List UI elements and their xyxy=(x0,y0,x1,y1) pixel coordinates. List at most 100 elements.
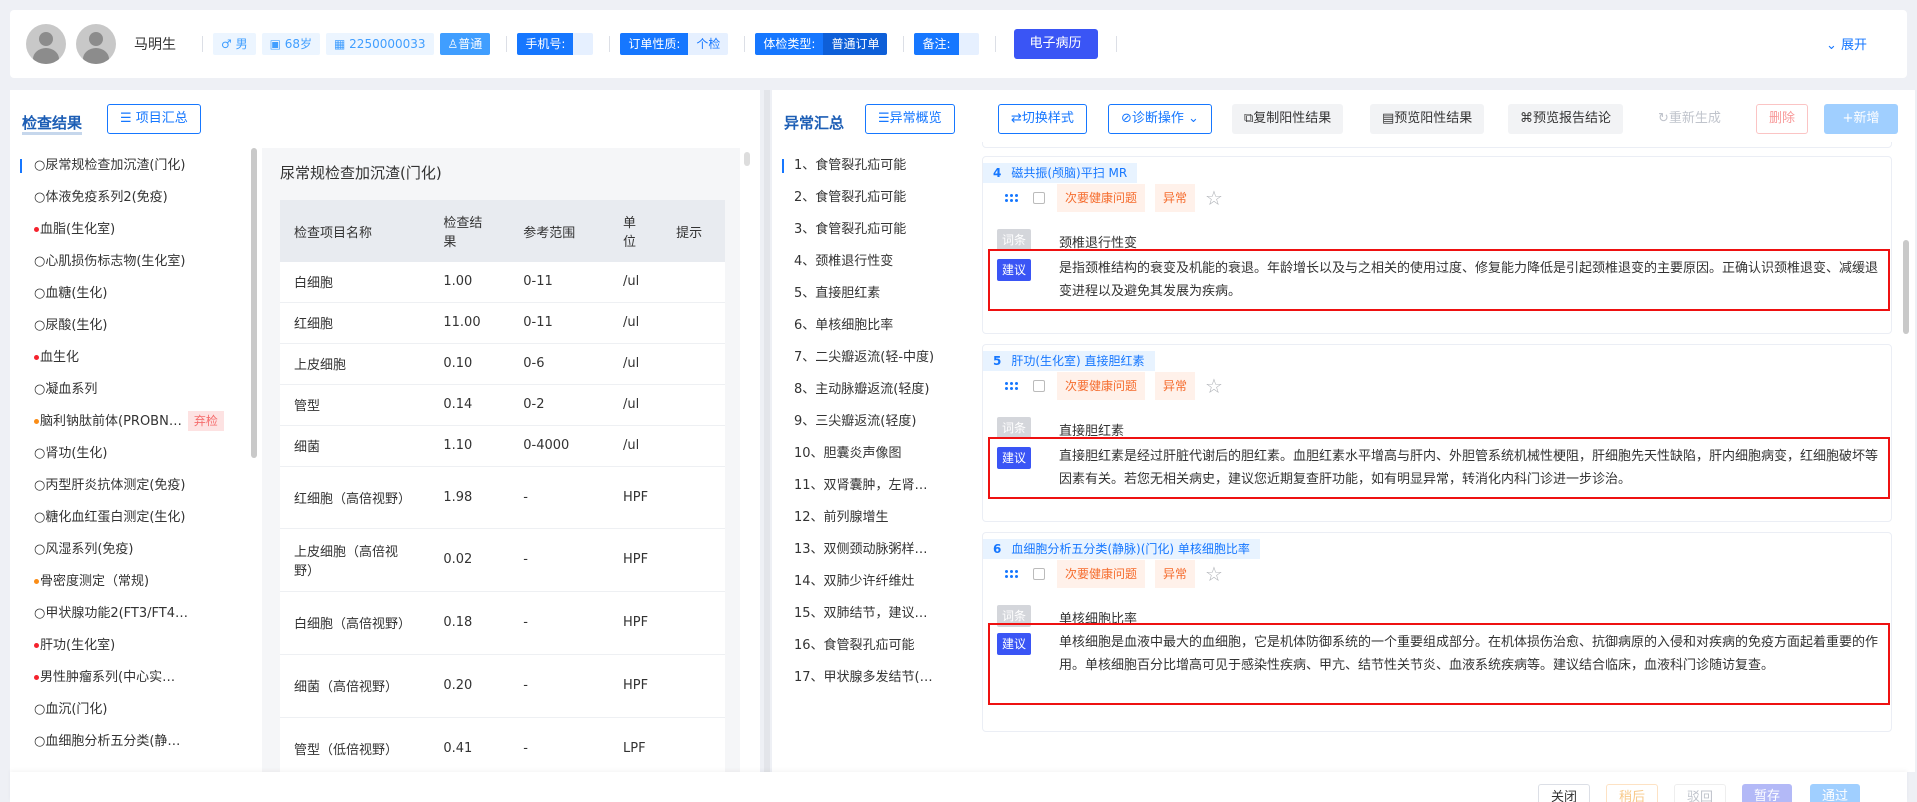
note-value xyxy=(958,33,979,55)
drag-handle-icon[interactable] xyxy=(1005,193,1019,203)
hold-button[interactable]: 稍后 xyxy=(1606,784,1659,802)
table-row[interactable]: 管型（低倍视野） 0.41- LPF xyxy=(280,717,725,772)
table-row[interactable]: 管型 0.14 0-2/ul xyxy=(280,384,725,426)
abnormal-item[interactable]: 10、胆囊炎声像图 xyxy=(780,438,960,470)
category-label: ○甲状腺功能2(FT3/FT4… xyxy=(34,606,188,621)
abnormal-item[interactable]: 16、食管裂孔疝可能 xyxy=(780,630,960,662)
cell-hint xyxy=(662,302,725,344)
drag-handle-icon[interactable] xyxy=(1005,381,1019,391)
abnormal-item[interactable]: 2、食管裂孔疝可能 xyxy=(780,182,960,214)
abnormal-item[interactable]: 13、双侧颈动脉粥样… xyxy=(780,534,960,566)
divider xyxy=(609,36,611,52)
cell-hint xyxy=(662,466,725,529)
category-item[interactable]: ○尿常规检查加沉渣(门化) xyxy=(18,150,256,182)
table-row[interactable]: 上皮细胞 0.10 0-6/ul xyxy=(280,343,725,385)
project-summary-button[interactable]: ☰ 项目汇总 xyxy=(107,104,201,134)
table-row[interactable]: 白细胞 1.00 0-11/ul xyxy=(280,262,725,303)
table-row[interactable]: 细菌 1.10 0-4000/ul xyxy=(280,425,725,467)
results-title: 检查结果 xyxy=(22,114,83,135)
close-button[interactable]: 关闭 xyxy=(1538,784,1591,802)
table-row[interactable]: 红细胞 11.00 0-11/ul xyxy=(280,302,725,344)
cell-hint xyxy=(662,591,725,655)
category-label: 骨密度测定（常规) xyxy=(40,574,150,589)
abnormal-item[interactable]: 17、甲状腺多发结节(… xyxy=(780,662,960,694)
card-checkbox[interactable] xyxy=(1033,192,1045,204)
abnormal-overview-button[interactable]: ☰异常概览 xyxy=(865,104,955,134)
divider xyxy=(744,36,746,52)
category-item[interactable]: ○凝血系列 xyxy=(18,374,256,406)
abnormal-item[interactable]: 4、颈椎退行性变 xyxy=(780,246,960,278)
card-checkbox[interactable] xyxy=(1033,568,1045,580)
cell-range: 0-2 xyxy=(509,384,610,426)
abnormal-tag[interactable]: 异常 xyxy=(1155,372,1196,400)
category-item[interactable]: 男性肿瘤系列(中心实… xyxy=(18,662,256,694)
preview-positive-button[interactable]: ▤预览阳性结果 xyxy=(1370,104,1485,134)
category-item[interactable]: ○体液免疫系列2(免疫) xyxy=(18,182,256,214)
diagnosis-ops-button[interactable]: ⊘诊断操作 ⌄ xyxy=(1108,104,1212,134)
expand-toggle[interactable]: ⌄ 展开 xyxy=(1826,34,1867,53)
category-label: 血脂(生化室) xyxy=(40,222,116,237)
table-row[interactable]: 上皮细胞（高倍视野） 0.02- HPF xyxy=(280,528,725,592)
category-item[interactable]: 脑利钠肽前体(PROBN… 弃检 xyxy=(18,406,256,438)
user-icon: ♙ xyxy=(447,37,459,51)
abnormal-tag[interactable]: 异常 xyxy=(1155,184,1196,212)
category-item[interactable]: ○血沉(门化) xyxy=(18,694,256,726)
abnormal-item[interactable]: 12、前列腺增生 xyxy=(780,502,960,534)
switch-style-button[interactable]: ⇄切换样式 xyxy=(998,104,1087,134)
cards-scrollbar[interactable] xyxy=(1903,240,1909,334)
category-item[interactable]: 血脂(生化室) xyxy=(18,214,256,246)
col-header-range: 参考范围 xyxy=(509,200,610,262)
cell-hint xyxy=(662,384,725,426)
abnormal-item[interactable]: 6、单核细胞比率 xyxy=(780,310,960,342)
abnormal-item[interactable]: 9、三尖瓣返流(轻度) xyxy=(780,406,960,438)
abnormal-item[interactable]: 7、二尖瓣返流(轻-中度) xyxy=(780,342,960,374)
category-scrollbar[interactable] xyxy=(251,148,257,458)
abnormal-tag[interactable]: 异常 xyxy=(1155,560,1196,588)
abnormal-item[interactable]: 8、主动脉瓣返流(轻度) xyxy=(780,374,960,406)
table-row[interactable]: 红细胞（高倍视野） 1.98- HPF xyxy=(280,466,725,529)
abnormal-item[interactable]: 14、双肺少许纤维灶 xyxy=(780,566,960,598)
preview-report-button[interactable]: ⌘预览报告结论 xyxy=(1508,104,1624,134)
minor-issue-tag[interactable]: 次要健康问题 xyxy=(1057,372,1146,400)
chevron-down-icon: ⌄ xyxy=(1183,111,1199,126)
add-button[interactable]: +新增 xyxy=(1824,104,1898,134)
category-item[interactable]: ○甲状腺功能2(FT3/FT4… xyxy=(18,598,256,630)
minor-issue-tag[interactable]: 次要健康问题 xyxy=(1057,184,1146,212)
category-item[interactable]: 骨密度测定（常规) xyxy=(18,566,256,598)
drag-handle-icon[interactable] xyxy=(1005,569,1019,579)
regenerate-button[interactable]: ↻重新生成 xyxy=(1646,104,1733,134)
abnormal-item[interactable]: 5、直接胆红素 xyxy=(780,278,960,310)
abnormal-item[interactable]: 15、双肺结节，建议… xyxy=(780,598,960,630)
table-row[interactable]: 白细胞（高倍视野） 0.18- HPF xyxy=(280,591,725,655)
abnormal-item[interactable]: 1、食管裂孔疝可能 xyxy=(780,150,960,182)
detail-scrollbar[interactable] xyxy=(744,152,750,166)
star-icon[interactable]: ☆ xyxy=(1205,374,1223,398)
minor-issue-tag[interactable]: 次要健康问题 xyxy=(1057,560,1146,588)
save-draft-button[interactable]: 暂存 xyxy=(1742,784,1793,802)
category-item[interactable]: ○尿酸(生化) xyxy=(18,310,256,342)
category-item[interactable]: ○风湿系列(免疫) xyxy=(18,534,256,566)
abnormal-item[interactable]: 11、双肾囊肿，左肾… xyxy=(780,470,960,502)
star-icon[interactable]: ☆ xyxy=(1205,186,1223,210)
abnormal-item[interactable]: 3、食管裂孔疝可能 xyxy=(780,214,960,246)
category-item[interactable]: ○血糖(生化) xyxy=(18,278,256,310)
card-checkbox[interactable] xyxy=(1033,380,1045,392)
category-item[interactable]: ○血细胞分析五分类(静… xyxy=(18,726,256,758)
panel-splitter[interactable] xyxy=(764,90,770,772)
delete-button[interactable]: 删除 xyxy=(1756,104,1809,134)
copy-positive-button[interactable]: ⧉复制阳性结果 xyxy=(1232,104,1344,134)
pass-button[interactable]: 通过 xyxy=(1810,784,1861,802)
category-item[interactable]: ○肾功(生化) xyxy=(18,438,256,470)
category-item[interactable]: ○丙型肝炎抗体测定(免疫) xyxy=(18,470,256,502)
category-item[interactable]: ○心肌损伤标志物(生化室) xyxy=(18,246,256,278)
category-label: ○血糖(生化) xyxy=(34,286,108,301)
category-item[interactable]: ○糖化血红蛋白测定(生化) xyxy=(18,502,256,534)
category-label: ○风湿系列(免疫) xyxy=(34,542,134,557)
reject-button[interactable]: 驳回 xyxy=(1674,784,1727,802)
category-item[interactable]: 血生化 xyxy=(18,342,256,374)
table-row[interactable]: 细菌（高倍视野） 0.20- HPF xyxy=(280,654,725,718)
star-icon[interactable]: ☆ xyxy=(1205,562,1223,586)
cell-name: 红细胞（高倍视野） xyxy=(280,466,430,529)
emr-button[interactable]: 电子病历 xyxy=(1013,29,1098,59)
category-item[interactable]: 肝功(生化室) xyxy=(18,630,256,662)
